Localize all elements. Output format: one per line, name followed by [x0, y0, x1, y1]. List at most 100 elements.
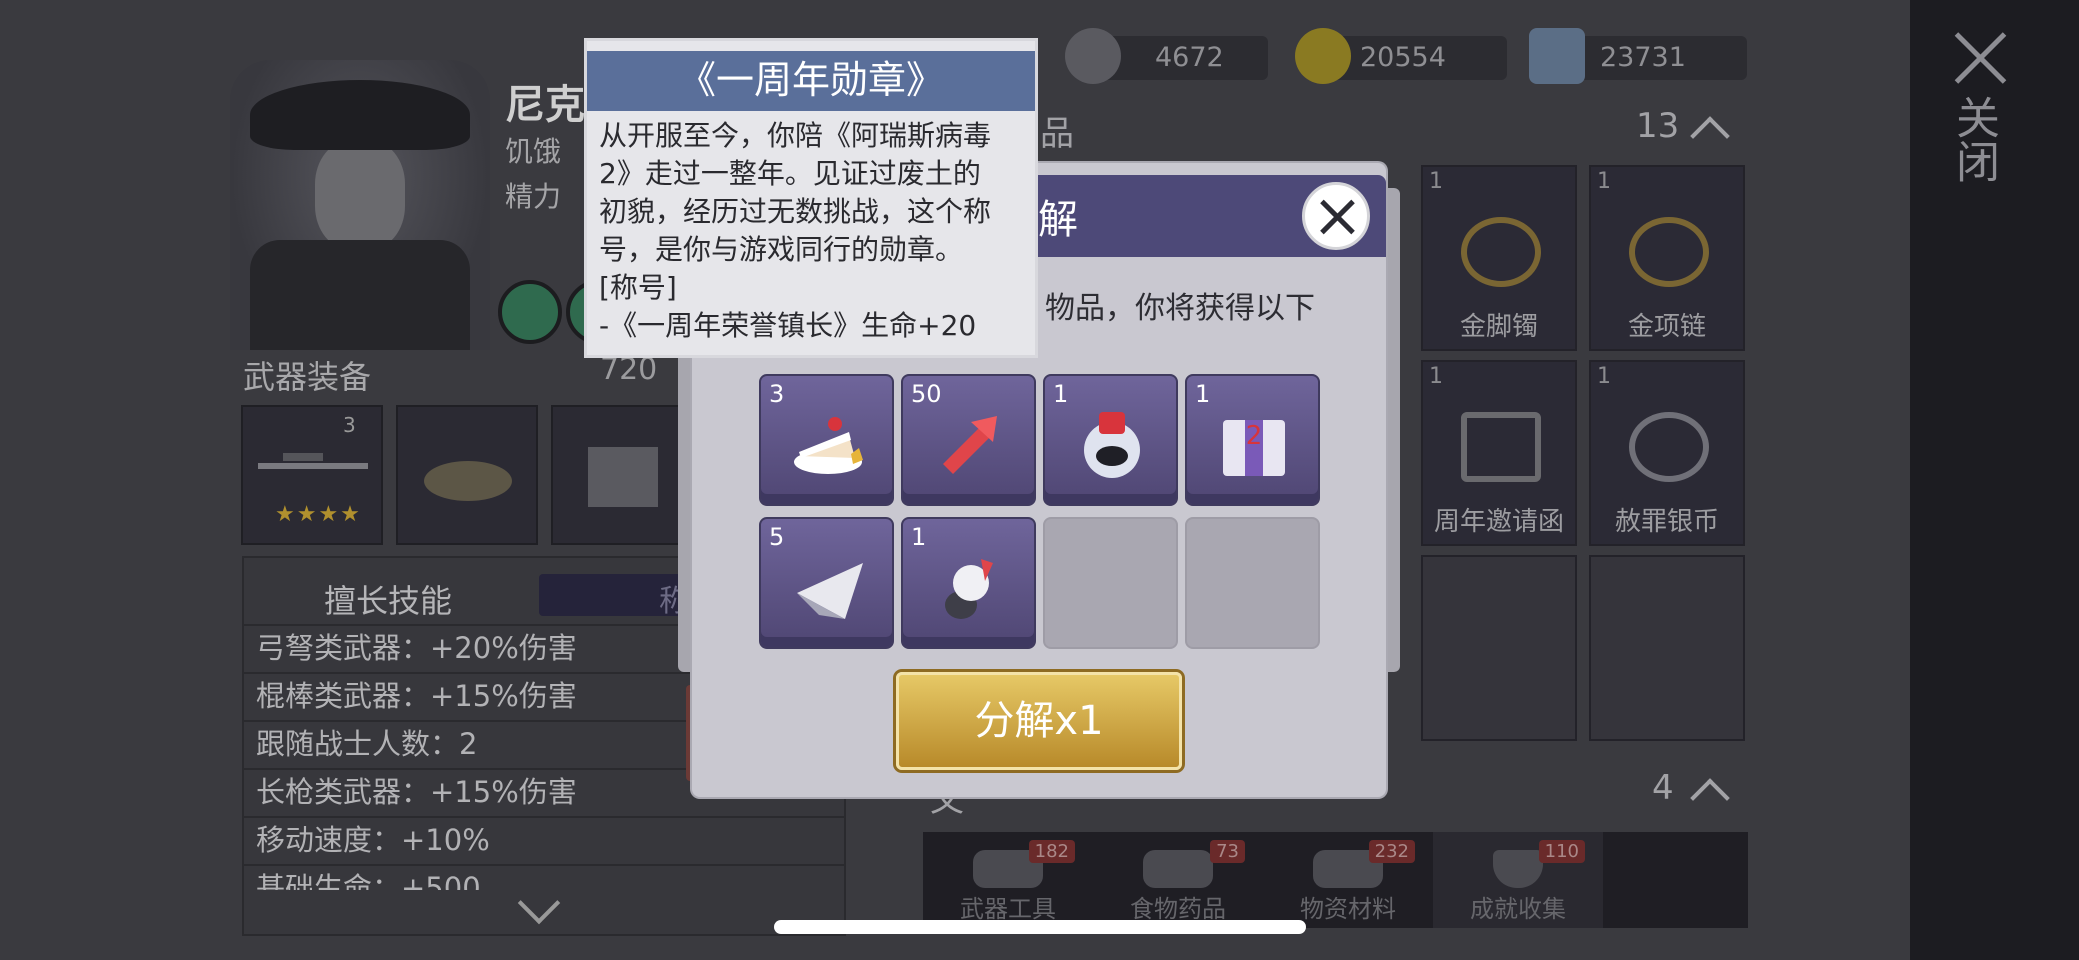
- reward-quantity: 3: [769, 380, 785, 408]
- count-badge: 73: [1210, 840, 1245, 863]
- decompose-button[interactable]: 分解x1: [896, 672, 1182, 770]
- stat-hunger-label: 饥饿: [505, 135, 562, 168]
- reward-quantity: 1: [1053, 380, 1069, 408]
- dialog-description: 物品，你将获得以下: [1045, 291, 1315, 326]
- inventory-header: 品: [1040, 114, 1074, 154]
- party-hat-icon: [797, 563, 863, 619]
- chevron-up-icon[interactable]: [1690, 116, 1730, 156]
- inventory-item-anklet[interactable]: 1 金脚镯: [1421, 165, 1577, 351]
- item-label: 金项链: [1627, 312, 1706, 342]
- second-anniversary-giftbox-icon: 2: [1223, 420, 1285, 476]
- close-icon[interactable]: [1950, 28, 2010, 88]
- svg-text:2: 2: [1246, 421, 1263, 451]
- reward-slot[interactable]: 50: [901, 374, 1036, 506]
- inventory-slot-empty[interactable]: [1589, 555, 1745, 741]
- count-badge: 182: [1028, 840, 1075, 863]
- category-weapons-tools[interactable]: 182 武器工具: [923, 832, 1093, 928]
- close-label[interactable]: 关闭: [1948, 95, 2005, 183]
- trophy-icon: [1493, 850, 1543, 888]
- hat-icon: [424, 461, 512, 501]
- currency-gold: 20554: [1295, 28, 1507, 84]
- weapon-level: 3: [343, 413, 356, 437]
- smiley-coin-icon: [1295, 28, 1351, 84]
- item-count: 1: [1597, 169, 1611, 194]
- item-label: 金脚镯: [1459, 312, 1538, 342]
- home-indicator[interactable]: [774, 920, 1306, 934]
- equip-slot-hat[interactable]: [396, 405, 538, 545]
- reward-slot-empty: [1043, 517, 1178, 649]
- meat-icon: [1143, 850, 1213, 888]
- category-achievements[interactable]: 110 成就收集: [1433, 832, 1603, 928]
- skill-row: 基础生命：+500: [244, 864, 846, 890]
- category-label: 成就收集: [1470, 895, 1566, 923]
- inventory-item-silver-coin[interactable]: 1 赦罪银币: [1589, 360, 1745, 546]
- inventory-count: 13: [1636, 106, 1680, 146]
- weapon-stars: ★★★★: [275, 502, 362, 527]
- reward-slot-empty: [1185, 517, 1320, 649]
- chevron-up-icon[interactable]: [1690, 778, 1730, 818]
- cake-icon: [794, 417, 863, 474]
- tooltip-line: 初貌，经历过无数挑战，这个称: [599, 195, 992, 228]
- reward-quantity: 50: [911, 380, 942, 408]
- reward-slot[interactable]: 3: [759, 374, 894, 506]
- pirate-hat-icon: [250, 80, 470, 150]
- character-name: 尼克: [505, 82, 585, 128]
- item-count: 1: [1429, 364, 1443, 389]
- equip-slot-weapon[interactable]: 3 ★★★★: [241, 405, 383, 545]
- weapon-section-title: 武器装备: [243, 358, 372, 396]
- envelope-icon: [1461, 412, 1541, 482]
- equip-slot-clothes[interactable]: [551, 405, 693, 545]
- tooltip-line: -《一周年荣誉镇长》生命+20: [599, 309, 977, 342]
- category-label: 食物药品: [1130, 895, 1226, 923]
- reward-quantity: 1: [911, 523, 927, 551]
- dialog-close-button[interactable]: [1302, 182, 1370, 250]
- tooltip-line: 号，是你与游戏同行的勋章。: [599, 233, 964, 266]
- gold-necklace-icon: [1629, 217, 1709, 287]
- inventory-slot-empty[interactable]: [1421, 555, 1577, 741]
- flower-bouquet-icon: [945, 559, 993, 619]
- tooltip-line: 2》走过一整年。见证过废土的: [599, 157, 981, 190]
- item-count: 1: [1429, 169, 1443, 194]
- reward-slot[interactable]: 5: [759, 517, 894, 649]
- tooltip-body: 从开服至今，你陪《阿瑞斯病毒 2》走过一整年。见证过废土的 初貌，经历过无数挑战…: [599, 117, 1029, 345]
- gold-anklet-icon: [1461, 217, 1541, 287]
- inventory-item-necklace[interactable]: 1 金项链: [1589, 165, 1745, 351]
- dialog-title: 解: [1038, 197, 1078, 243]
- section2-count: 4: [1652, 768, 1674, 808]
- currency-value: 23731: [1600, 42, 1686, 73]
- character-body: [250, 240, 470, 350]
- tooltip-title: 《一周年勋章》: [587, 51, 1035, 111]
- tooltip-line: 从开服至今，你陪《阿瑞斯病毒: [599, 119, 992, 152]
- item-label: 赦罪银币: [1614, 507, 1719, 537]
- count-badge: 110: [1538, 840, 1585, 863]
- reward-quantity: 1: [1195, 380, 1211, 408]
- currency-silver: 4672: [1065, 28, 1268, 84]
- inventory-item-invitation[interactable]: 1 周年邀请函: [1421, 360, 1577, 546]
- character-portrait: [230, 60, 490, 350]
- coat-icon: [588, 447, 658, 507]
- character-face: [315, 140, 405, 250]
- tab-skills[interactable]: 擅长技能: [324, 576, 452, 622]
- category-bar: 182 武器工具 73 食物药品 232 物资材料 110 成就收集: [923, 832, 1748, 928]
- category-food-medicine[interactable]: 73 食物药品: [1093, 832, 1263, 928]
- item-count: 1: [1597, 364, 1611, 389]
- stat-energy-label: 精力: [505, 180, 562, 213]
- reward-slot[interactable]: 1: [901, 517, 1036, 649]
- item-tooltip: 《一周年勋章》 从开服至今，你陪《阿瑞斯病毒 2》走过一整年。见证过废土的 初貌…: [584, 38, 1038, 358]
- red-tool-icon: [943, 416, 997, 474]
- category-materials[interactable]: 232 物资材料: [1263, 832, 1433, 928]
- category-label: 武器工具: [960, 895, 1056, 923]
- silver-coin-icon: [1065, 28, 1121, 84]
- reward-slot[interactable]: 1: [1043, 374, 1178, 506]
- currency-value: 20554: [1360, 42, 1446, 73]
- item-label: 周年邀请函: [1433, 507, 1564, 537]
- currency-value: 4672: [1155, 42, 1224, 73]
- category-label: 物资材料: [1300, 895, 1396, 923]
- count-badge: 232: [1368, 840, 1415, 863]
- reward-quantity: 5: [769, 523, 785, 551]
- silver-coin-icon: [1629, 412, 1709, 482]
- currency-ticket: 23731: [1529, 28, 1747, 84]
- inventory-spacer: [1745, 555, 1748, 741]
- reward-slot[interactable]: 1 2: [1185, 374, 1320, 506]
- stomach-status-icon[interactable]: [498, 280, 562, 344]
